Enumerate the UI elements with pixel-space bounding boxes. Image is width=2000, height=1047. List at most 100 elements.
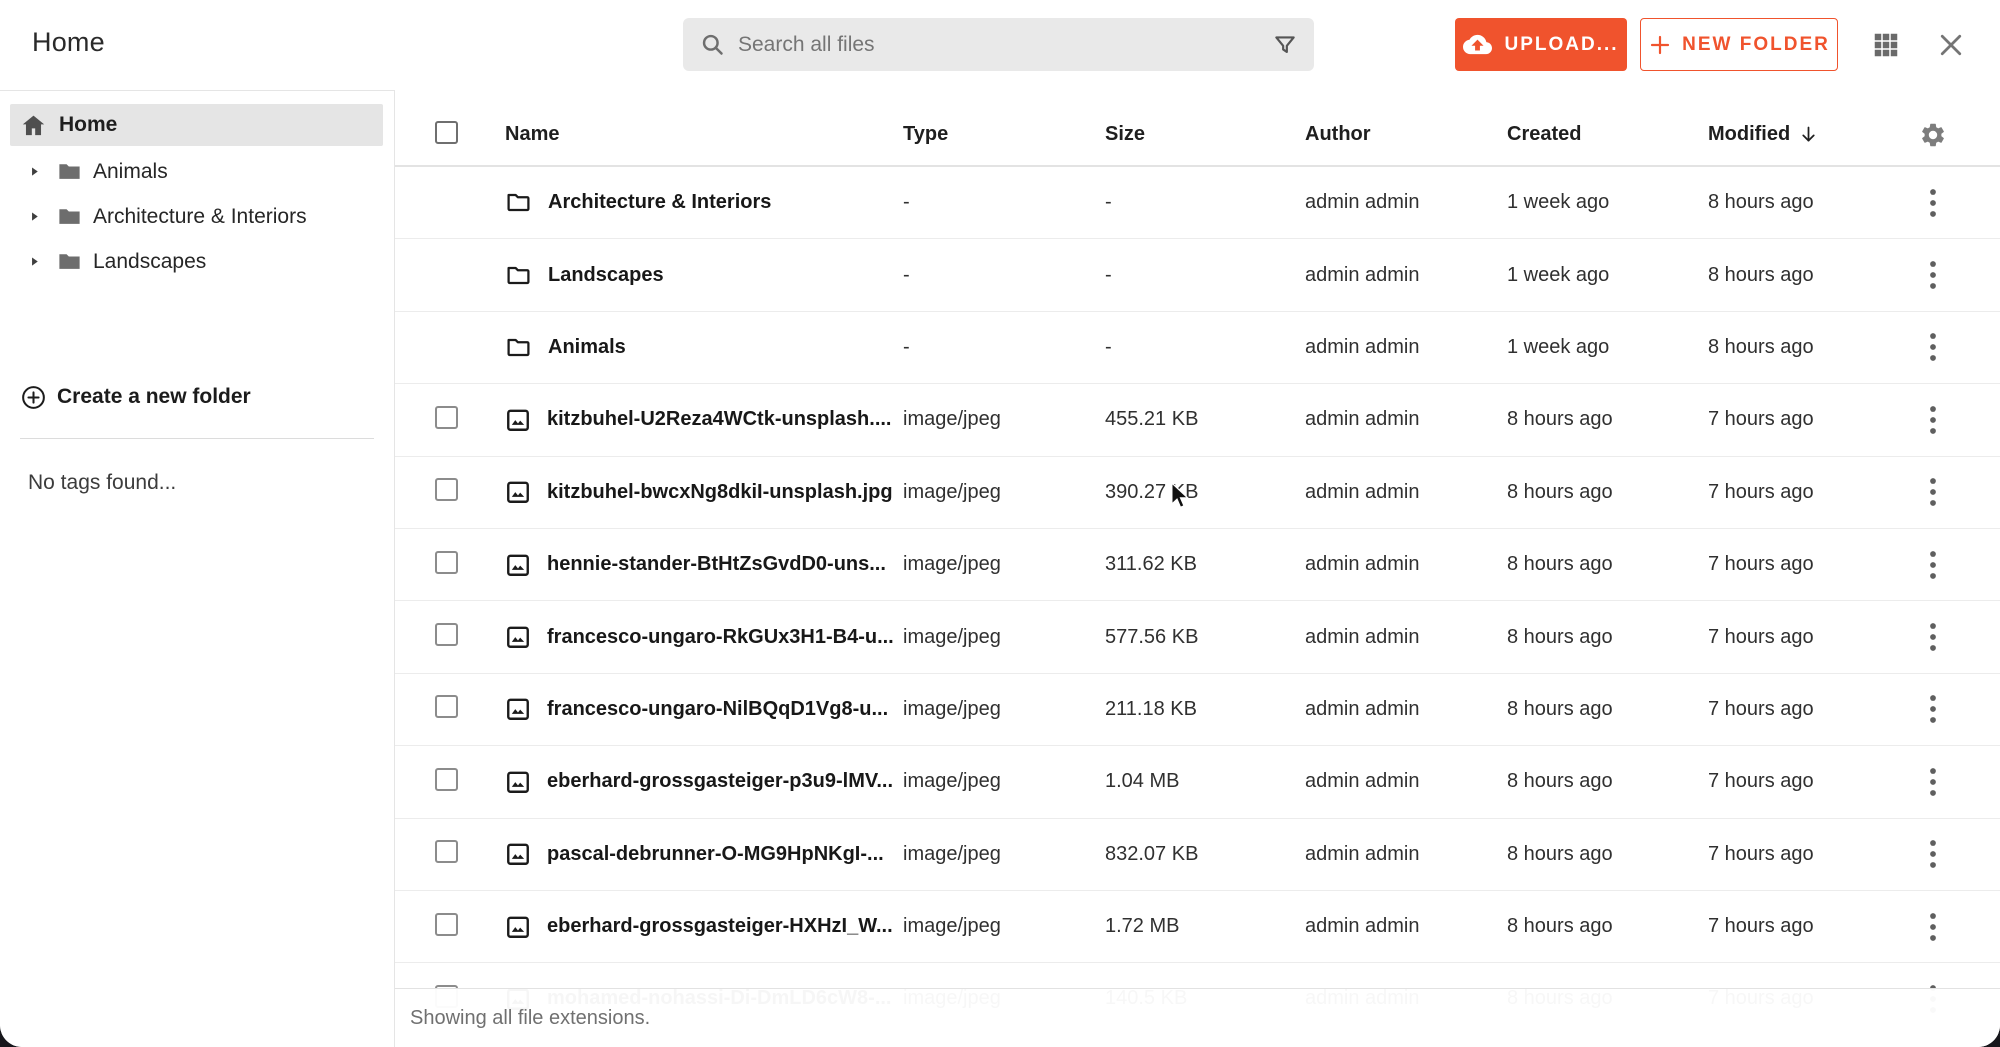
file-created: 8 hours ago (1499, 553, 1700, 576)
row-checkbox[interactable] (435, 695, 458, 718)
file-type: image/jpeg (895, 770, 1097, 793)
grid-view-icon[interactable] (1870, 29, 1902, 61)
table-row[interactable]: hennie-stander-BtHtZsGvdD0-uns... image/… (395, 529, 2000, 601)
row-checkbox[interactable] (435, 768, 458, 791)
row-menu-kebab-icon[interactable] (1924, 618, 1942, 656)
file-author: admin admin (1297, 264, 1499, 287)
file-size: 211.18 KB (1097, 698, 1297, 721)
row-menu-kebab-icon[interactable] (1924, 401, 1942, 439)
row-checkbox[interactable] (435, 478, 458, 501)
sidebar-folder-item[interactable]: Animals (0, 149, 394, 194)
row-menu-kebab-icon[interactable] (1924, 546, 1942, 584)
column-header-name[interactable]: Name (505, 123, 895, 146)
topbar: Home UPLOAD... (0, 0, 2000, 90)
new-folder-button[interactable]: NEW FOLDER (1640, 18, 1838, 71)
page-title: Home (32, 27, 105, 58)
row-checkbox[interactable] (435, 840, 458, 863)
file-created: 8 hours ago (1499, 626, 1700, 649)
file-name: kitzbuhel-U2Reza4WCtk-unsplash.... (547, 408, 892, 431)
file-modified: 7 hours ago (1700, 843, 1905, 866)
chevron-right-icon[interactable] (28, 255, 44, 268)
filter-icon[interactable] (1272, 32, 1298, 58)
file-name: Architecture & Interiors (548, 191, 771, 214)
chevron-right-icon[interactable] (28, 210, 44, 223)
file-author: admin admin (1297, 915, 1499, 938)
row-menu-kebab-icon[interactable] (1924, 690, 1942, 728)
row-menu-kebab-icon[interactable] (1924, 763, 1942, 801)
sidebar-folder-label: Architecture & Interiors (93, 205, 307, 229)
status-bar: Showing all file extensions. (395, 988, 2000, 1047)
column-header-size[interactable]: Size (1097, 123, 1297, 146)
file-size: 390.27 KB (1097, 481, 1297, 504)
row-menu-kebab-icon[interactable] (1924, 908, 1942, 946)
table-settings-gear-icon[interactable] (1905, 121, 1960, 149)
row-menu-kebab-icon[interactable] (1924, 835, 1942, 873)
column-header-type[interactable]: Type (895, 123, 1097, 146)
status-text: Showing all file extensions. (410, 1007, 650, 1030)
file-table: Name Type Size Author Created Modified (395, 90, 2000, 1047)
row-checkbox[interactable] (435, 623, 458, 646)
create-folder-button[interactable]: Create a new folder (0, 376, 394, 418)
image-file-icon (505, 624, 531, 650)
file-author: admin admin (1297, 408, 1499, 431)
file-created: 8 hours ago (1499, 915, 1700, 938)
row-menu-kebab-icon[interactable] (1924, 473, 1942, 511)
table-row[interactable]: francesco-ungaro-RkGUx3H1-B4-u... image/… (395, 601, 2000, 673)
folder-tree: Animals Architecture & Interiors Landsca… (0, 149, 394, 284)
table-row[interactable]: eberhard-grossgasteiger-p3u9-lMV... imag… (395, 746, 2000, 818)
file-size: 1.04 MB (1097, 770, 1297, 793)
table-row[interactable]: kitzbuhel-U2Reza4WCtk-unsplash.... image… (395, 384, 2000, 456)
column-header-modified[interactable]: Modified (1700, 123, 1905, 146)
file-created: 1 week ago (1499, 264, 1700, 287)
file-author: admin admin (1297, 770, 1499, 793)
file-name: kitzbuhel-bwcxNg8dkiI-unsplash.jpg (547, 481, 893, 504)
sidebar-item-home[interactable]: Home (10, 104, 383, 146)
table-row[interactable]: pascal-debrunner-O-MG9HpNKgI-... image/j… (395, 819, 2000, 891)
row-checkbox[interactable] (435, 551, 458, 574)
table-row[interactable]: Animals - - admin admin 1 week ago 8 hou… (395, 312, 2000, 384)
folder-icon (505, 189, 532, 216)
file-type: image/jpeg (895, 843, 1097, 866)
file-created: 8 hours ago (1499, 408, 1700, 431)
file-modified: 7 hours ago (1700, 698, 1905, 721)
table-row[interactable]: kitzbuhel-bwcxNg8dkiI-unsplash.jpg image… (395, 457, 2000, 529)
row-menu-kebab-icon[interactable] (1924, 184, 1942, 222)
file-size: 1.72 MB (1097, 915, 1297, 938)
chevron-right-icon[interactable] (28, 165, 44, 178)
column-header-created[interactable]: Created (1499, 123, 1700, 146)
file-name: pascal-debrunner-O-MG9HpNKgI-... (547, 843, 884, 866)
sidebar-folder-label: Landscapes (93, 250, 206, 274)
file-modified: 7 hours ago (1700, 770, 1905, 793)
file-type: image/jpeg (895, 626, 1097, 649)
table-row[interactable]: Architecture & Interiors - - admin admin… (395, 167, 2000, 239)
file-author: admin admin (1297, 336, 1499, 359)
table-row[interactable]: francesco-ungaro-NilBQqD1Vg8-u... image/… (395, 674, 2000, 746)
select-all-checkbox[interactable] (435, 121, 458, 144)
row-checkbox[interactable] (435, 406, 458, 429)
plus-circle-icon (20, 384, 47, 411)
row-menu-kebab-icon[interactable] (1924, 256, 1942, 294)
row-menu-kebab-icon[interactable] (1924, 328, 1942, 366)
table-row[interactable]: eberhard-grossgasteiger-HXHzI_W... image… (395, 891, 2000, 963)
table-row[interactable]: Landscapes - - admin admin 1 week ago 8 … (395, 239, 2000, 311)
file-modified: 8 hours ago (1700, 336, 1905, 359)
image-file-icon (505, 479, 531, 505)
sidebar-folder-item[interactable]: Landscapes (0, 239, 394, 284)
file-modified: 7 hours ago (1700, 915, 1905, 938)
close-icon[interactable] (1935, 29, 1967, 61)
file-created: 8 hours ago (1499, 481, 1700, 504)
search-input[interactable] (738, 33, 1272, 57)
file-name: francesco-ungaro-RkGUx3H1-B4-u... (547, 626, 894, 649)
image-file-icon (505, 407, 531, 433)
image-file-icon (505, 841, 531, 867)
file-modified: 8 hours ago (1700, 264, 1905, 287)
create-folder-label: Create a new folder (57, 385, 251, 409)
folder-icon (505, 262, 532, 289)
file-author: admin admin (1297, 843, 1499, 866)
column-header-author[interactable]: Author (1297, 123, 1499, 146)
sidebar-folder-item[interactable]: Architecture & Interiors (0, 194, 394, 239)
upload-button[interactable]: UPLOAD... (1455, 18, 1627, 71)
file-modified: 7 hours ago (1700, 481, 1905, 504)
file-modified: 7 hours ago (1700, 408, 1905, 431)
row-checkbox[interactable] (435, 913, 458, 936)
